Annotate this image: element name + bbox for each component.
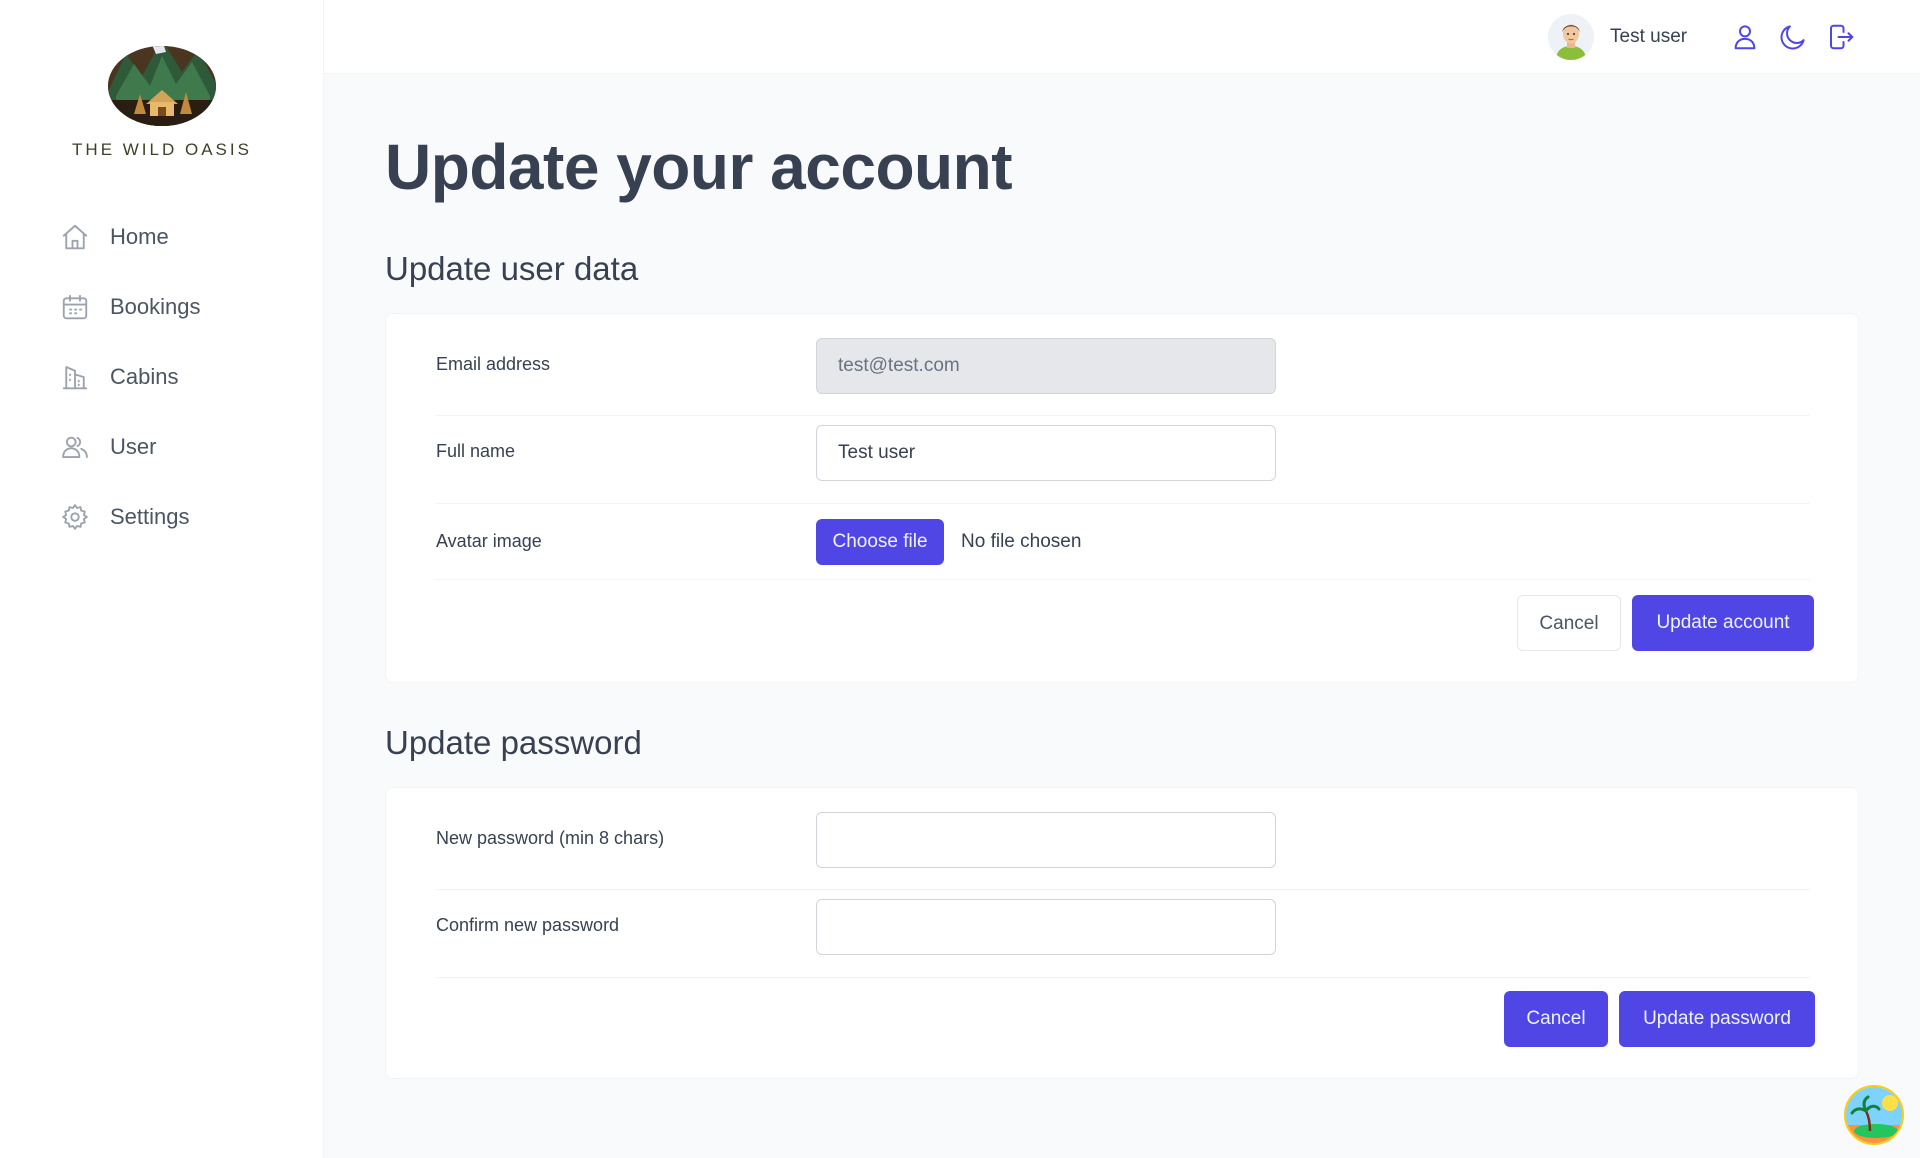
- sidebar-item-cabins[interactable]: Cabins: [56, 353, 286, 401]
- sidebar-item-label: Cabins: [110, 364, 179, 389]
- user-data-section-title: Update user data: [385, 250, 639, 287]
- file-status: No file chosen: [961, 531, 1082, 552]
- confirm-password-row: Confirm new password: [436, 890, 1810, 978]
- brand-name: THE WILD OASIS: [72, 140, 252, 159]
- logout-icon[interactable]: [1826, 22, 1856, 52]
- avatar-row: Avatar image Choose file No file chosen: [436, 504, 1810, 580]
- new-password-field[interactable]: [816, 812, 1276, 868]
- sidebar-item-bookings[interactable]: Bookings: [56, 283, 286, 331]
- sidebar: THE WILD OASIS Home Bookings Cabins User…: [0, 0, 324, 1158]
- email-row: Email address test@test.com: [436, 314, 1810, 416]
- main-content: Update your account Update user data Ema…: [324, 74, 1920, 1158]
- new-password-label: New password (min 8 chars): [436, 828, 665, 848]
- user-icon[interactable]: [1730, 22, 1760, 52]
- sidebar-nav: Home Bookings Cabins User Settings: [56, 213, 286, 563]
- header-user: Test user: [1548, 14, 1687, 60]
- cancel-password-button[interactable]: Cancel: [1504, 991, 1608, 1047]
- confirm-password-field[interactable]: [816, 899, 1276, 955]
- logo[interactable]: THE WILD OASIS: [0, 36, 324, 160]
- email-field[interactable]: test@test.com: [816, 338, 1276, 394]
- choose-file-button[interactable]: Choose file: [816, 519, 944, 565]
- building-icon: [60, 362, 90, 392]
- users-icon: [60, 432, 90, 462]
- home-icon: [60, 222, 90, 252]
- email-label: Email address: [436, 354, 551, 374]
- logo-image: [108, 46, 216, 126]
- header-user-name: Test user: [1610, 26, 1688, 47]
- confirm-password-label: Confirm new password: [436, 915, 620, 935]
- fullname-label: Full name: [436, 441, 516, 461]
- cancel-account-button[interactable]: Cancel: [1517, 595, 1621, 651]
- avatar-label: Avatar image: [436, 531, 542, 551]
- moon-icon[interactable]: [1778, 22, 1808, 52]
- fullname-field[interactable]: Test user: [816, 425, 1276, 481]
- calendar-icon: [60, 292, 90, 322]
- sidebar-item-label: Settings: [110, 504, 190, 529]
- user-data-form: Email address test@test.com Full name Te…: [385, 313, 1859, 683]
- header-actions: [1730, 22, 1874, 52]
- gear-icon: [60, 502, 90, 532]
- password-section-title: Update password: [385, 724, 642, 761]
- avatar: [1548, 14, 1594, 60]
- sidebar-item-label: User: [110, 434, 157, 459]
- sidebar-item-settings[interactable]: Settings: [56, 493, 286, 541]
- new-password-row: New password (min 8 chars): [436, 788, 1810, 890]
- update-password-button[interactable]: Update password: [1619, 991, 1815, 1047]
- fullname-row: Full name Test user: [436, 416, 1810, 504]
- update-account-button[interactable]: Update account: [1632, 595, 1814, 651]
- sidebar-item-label: Bookings: [110, 294, 201, 319]
- sidebar-item-home[interactable]: Home: [56, 213, 286, 261]
- page-title: Update your account: [385, 131, 1013, 203]
- top-header: Test user: [324, 0, 1920, 74]
- floating-badge[interactable]: [1844, 1085, 1904, 1145]
- sidebar-item-user[interactable]: User: [56, 423, 286, 471]
- password-form: New password (min 8 chars) Confirm new p…: [385, 787, 1859, 1079]
- sidebar-item-label: Home: [110, 224, 169, 249]
